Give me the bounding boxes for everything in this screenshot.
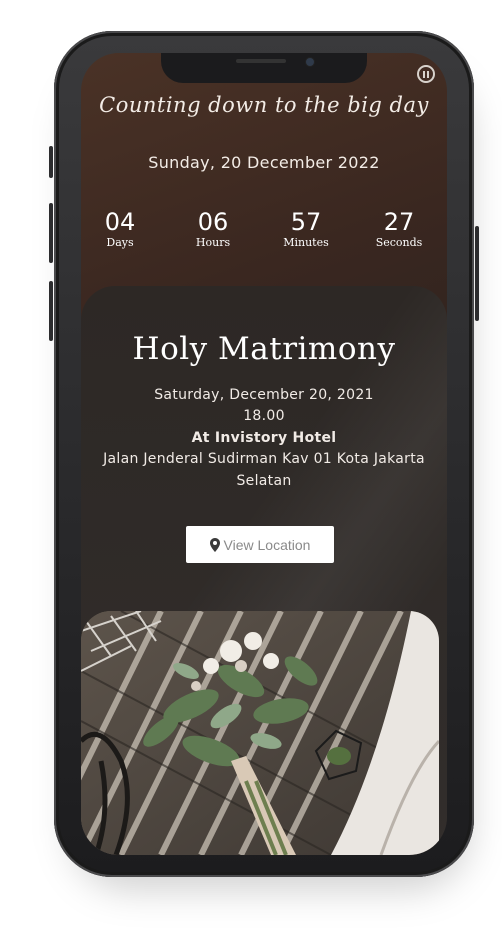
minutes-label: Minutes: [283, 236, 329, 249]
view-location-label: View Location: [223, 536, 311, 553]
event-address-line1: Jalan Jenderal Sudirman Kav 01 Kota Jaka…: [103, 451, 425, 467]
map-pin-icon: [209, 537, 220, 552]
seconds-value: 27: [383, 208, 415, 236]
view-location-button[interactable]: View Location: [186, 526, 334, 563]
event-venue: At Invistory Hotel: [191, 430, 337, 446]
event-title: Holy Matrimony: [132, 331, 396, 367]
minutes-value: 57: [290, 208, 322, 236]
days-label: Days: [106, 236, 134, 249]
countdown-seconds: 27 Seconds: [364, 208, 434, 250]
countdown-timer: 04 Days 06 Hours 57 Minutes 27 Seconds: [81, 208, 447, 258]
event-date: Saturday, December 20, 2021: [154, 387, 374, 403]
speaker: [236, 59, 286, 63]
event-address-line2: Selatan: [236, 473, 292, 489]
front-camera: [305, 57, 315, 67]
countdown-date: Sunday, 20 December 2022: [148, 153, 380, 172]
countdown-days: 04 Days: [85, 208, 155, 250]
event-time: 18.00: [243, 408, 285, 424]
volume-down-button: [49, 281, 53, 341]
hours-value: 06: [197, 208, 229, 236]
countdown-script-title: Counting down to the big day: [99, 93, 429, 117]
notch: [161, 53, 367, 83]
bouquet-photo: [81, 611, 439, 855]
countdown-minutes: 57 Minutes: [271, 208, 341, 250]
days-value: 04: [104, 208, 136, 236]
seconds-label: Seconds: [375, 236, 423, 249]
mute-switch: [49, 146, 53, 178]
phone-screen: Counting down to the big day Sunday, 20 …: [81, 53, 447, 855]
volume-up-button: [49, 203, 53, 263]
power-button: [475, 226, 479, 321]
countdown-hours: 06 Hours: [178, 208, 248, 250]
bouquet-image: [81, 611, 439, 855]
hours-label: Hours: [195, 236, 231, 249]
pause-icon[interactable]: [417, 65, 435, 83]
